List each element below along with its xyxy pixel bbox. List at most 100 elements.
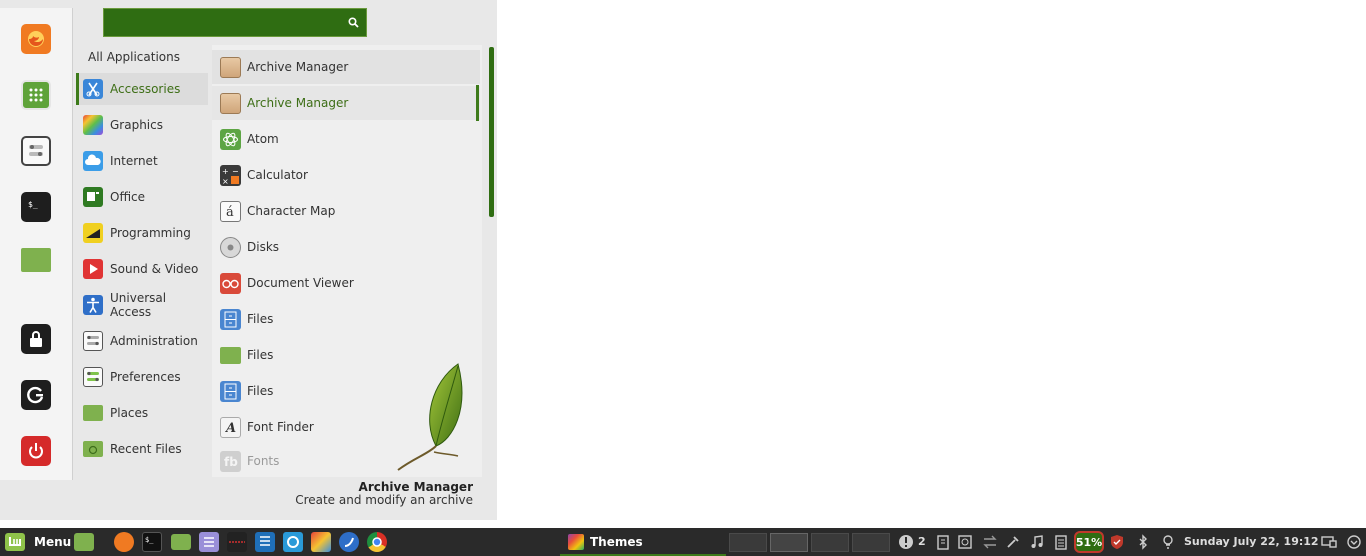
category-label: Internet xyxy=(110,154,158,168)
menu-label: Menu xyxy=(34,535,72,549)
text-editor-icon[interactable] xyxy=(199,532,219,552)
category-places[interactable]: Places xyxy=(76,397,208,429)
app-disks[interactable]: Disks xyxy=(212,230,480,264)
folder-icon xyxy=(220,346,241,364)
clipboard-icon[interactable] xyxy=(935,534,951,550)
svg-text:−: − xyxy=(232,167,239,176)
screenshot-icon[interactable] xyxy=(957,534,973,550)
app-character-map[interactable]: á Character Map xyxy=(212,194,480,228)
settings-manager-icon[interactable] xyxy=(283,532,303,552)
category-label: Recent Files xyxy=(110,442,182,456)
category-universal-access[interactable]: Universal Access xyxy=(76,289,208,321)
shutdown-icon[interactable] xyxy=(21,436,51,466)
internet-icon xyxy=(83,151,103,171)
svg-text:á: á xyxy=(226,205,234,219)
eyedropper-icon[interactable] xyxy=(1005,534,1021,550)
category-sound-video[interactable]: Sound & Video xyxy=(76,253,208,285)
lightbulb-icon[interactable] xyxy=(1160,534,1176,550)
app-label: Files xyxy=(247,348,274,362)
folder-icon[interactable] xyxy=(171,534,191,550)
chrome-icon[interactable] xyxy=(367,532,387,552)
document-viewer-icon xyxy=(220,272,241,294)
system-settings-icon[interactable] xyxy=(21,136,51,166)
apps-scrollbar[interactable] xyxy=(489,47,494,217)
category-label: Administration xyxy=(110,334,198,348)
workspace-4[interactable] xyxy=(852,533,890,552)
play-icon xyxy=(83,259,103,279)
category-label: Accessories xyxy=(110,82,181,96)
category-graphics[interactable]: Graphics xyxy=(76,109,208,141)
category-recent-files[interactable]: Recent Files xyxy=(76,433,208,465)
app-label: Disks xyxy=(247,240,280,254)
document-icon[interactable] xyxy=(255,532,275,552)
category-label: Office xyxy=(110,190,146,204)
workspace-3[interactable] xyxy=(811,533,849,552)
category-label: Universal Access xyxy=(110,291,167,319)
terminal-icon[interactable]: $_ xyxy=(21,192,51,222)
svg-text:+: + xyxy=(222,167,229,176)
firefox-icon[interactable] xyxy=(21,24,51,54)
workspace-2[interactable] xyxy=(770,533,808,552)
app-label: Character Map xyxy=(247,204,336,218)
app-label: Calculator xyxy=(247,168,308,182)
category-programming[interactable]: Programming xyxy=(76,217,208,249)
category-label: Graphics xyxy=(110,118,163,132)
network-icon[interactable] xyxy=(227,532,247,552)
software-manager-icon[interactable] xyxy=(21,80,51,110)
logout-icon[interactable] xyxy=(21,380,51,410)
cube-app-icon[interactable] xyxy=(311,532,331,552)
taskbar-window-themes[interactable]: Themes xyxy=(560,528,726,556)
fonts-icon: fb xyxy=(220,450,241,472)
file-cabinet-icon xyxy=(220,380,241,402)
bluetooth-icon[interactable] xyxy=(1135,534,1151,550)
font-finder-icon: A xyxy=(220,416,241,438)
folder-icon[interactable] xyxy=(21,248,51,272)
clock[interactable]: Sunday July 22, 19:12 xyxy=(1184,528,1319,556)
clipboard-list-icon[interactable] xyxy=(1053,534,1069,550)
app-label: Font Finder xyxy=(247,420,314,434)
app-document-viewer[interactable]: Document Viewer xyxy=(212,266,480,300)
app-calculator[interactable]: + − × Calculator xyxy=(212,158,480,192)
app-archive-manager[interactable]: Archive Manager xyxy=(212,86,480,120)
show-desktop-icon[interactable] xyxy=(74,533,94,551)
terminal-icon[interactable]: $_ xyxy=(142,532,162,552)
all-applications-category[interactable]: All Applications xyxy=(88,50,180,64)
category-accessories[interactable]: Accessories xyxy=(76,73,208,105)
svg-text:×: × xyxy=(222,177,229,186)
category-label: Sound & Video xyxy=(110,262,199,276)
browser-icon[interactable] xyxy=(339,532,359,552)
app-label: Fonts xyxy=(247,454,280,468)
favorites-bar: $_ xyxy=(0,8,73,480)
workspace-1[interactable] xyxy=(729,533,767,552)
app-files[interactable]: Files xyxy=(212,302,480,336)
display-icon[interactable] xyxy=(1321,534,1337,550)
category-office[interactable]: Office xyxy=(76,181,208,213)
svg-text:fb: fb xyxy=(224,455,238,469)
music-note-icon[interactable] xyxy=(1029,534,1045,550)
user-session-icon[interactable] xyxy=(1346,534,1362,550)
folder-icon xyxy=(83,405,103,421)
preferences-icon xyxy=(83,367,103,387)
notifications-icon[interactable] xyxy=(898,534,914,550)
office-icon xyxy=(83,187,103,207)
category-preferences[interactable]: Preferences xyxy=(76,361,208,393)
menu-button[interactable]: Menu xyxy=(4,528,71,556)
archive-icon xyxy=(220,92,241,114)
firefox-icon[interactable] xyxy=(114,532,134,552)
category-internet[interactable]: Internet xyxy=(76,145,208,177)
network-transfer-icon[interactable] xyxy=(982,534,998,550)
selection-indicator xyxy=(476,85,479,121)
svg-text:$_: $_ xyxy=(145,536,154,544)
category-label: Programming xyxy=(110,226,191,240)
search-input[interactable] xyxy=(110,14,340,32)
character-map-icon: á xyxy=(220,200,241,222)
app-label: Archive Manager xyxy=(247,96,349,110)
app-atom[interactable]: Atom xyxy=(212,122,480,156)
update-shield-icon[interactable] xyxy=(1109,534,1125,550)
battery-indicator[interactable]: 51% xyxy=(1074,531,1104,553)
category-label: Places xyxy=(110,406,149,420)
search-box[interactable] xyxy=(103,8,367,37)
lock-screen-icon[interactable] xyxy=(21,324,51,354)
app-archive-manager[interactable]: Archive Manager xyxy=(212,50,480,84)
category-administration[interactable]: Administration xyxy=(76,325,208,357)
